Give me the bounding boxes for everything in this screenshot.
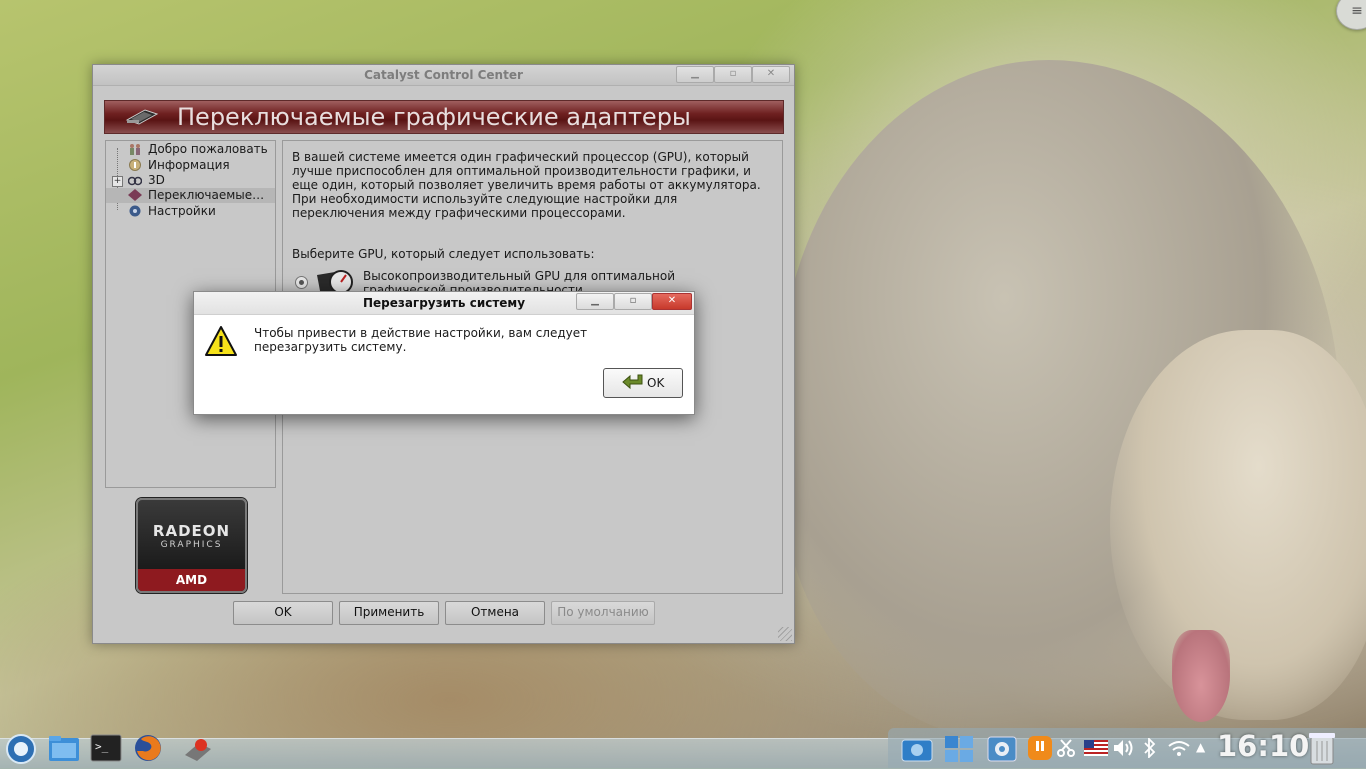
- tree-item-label: Переключаемые…: [148, 188, 265, 202]
- wallpaper-lion: [780, 60, 1340, 740]
- svg-text:>_: >_: [95, 740, 109, 753]
- dialog-titlebar[interactable]: Перезагрузить систему ▁ ▫ ✕: [194, 292, 694, 315]
- cancel-button[interactable]: Отмена: [445, 601, 545, 625]
- restart-dialog: Перезагрузить систему ▁ ▫ ✕ Чтобы привес…: [193, 291, 695, 415]
- graphics-card-icon: [125, 109, 159, 125]
- info-icon: [129, 159, 141, 171]
- firefox-icon[interactable]: [133, 733, 161, 761]
- terminal-icon[interactable]: >_: [90, 734, 122, 762]
- screenshot-icon[interactable]: [901, 735, 933, 762]
- ati-tray-icon[interactable]: [183, 735, 211, 761]
- logo-radeon-text: RADEON: [152, 522, 231, 540]
- desktop-pager-icon[interactable]: [944, 735, 973, 762]
- switchable-graphics-icon: [128, 189, 142, 201]
- description-line: переключения между графическими процессо…: [292, 206, 626, 220]
- tree-item-welcome[interactable]: Добро пожаловать: [128, 142, 268, 157]
- page-banner: Переключаемые графические адаптеры: [104, 100, 784, 134]
- defaults-button[interactable]: По умолчанию: [551, 601, 655, 625]
- window-titlebar[interactable]: Catalyst Control Center ▁ ▫ ✕: [93, 65, 794, 86]
- description-line: При необходимости используйте следующие …: [292, 192, 678, 206]
- expand-tray-icon[interactable]: ▲: [1196, 740, 1210, 754]
- logo-graphics-text: GRAPHICS: [160, 540, 223, 550]
- 3d-icon: [128, 176, 142, 186]
- resize-grip[interactable]: [778, 627, 792, 641]
- radeon-logo: RADEON GRAPHICS AMD: [136, 498, 247, 593]
- tree-item-label: 3D: [148, 173, 165, 187]
- maximize-button[interactable]: ▫: [714, 66, 752, 83]
- wifi-icon[interactable]: [1167, 738, 1191, 758]
- tree-item-label: Информация: [148, 158, 230, 172]
- dialog-maximize-button[interactable]: ▫: [614, 293, 652, 310]
- message-line: перезагрузить систему.: [254, 340, 407, 354]
- clipboard-icon[interactable]: [1056, 738, 1076, 758]
- trash-icon[interactable]: [1308, 731, 1336, 765]
- notifications-icon[interactable]: [1027, 735, 1053, 761]
- tree-item-settings[interactable]: Настройки: [128, 204, 216, 219]
- warning-icon: [205, 326, 237, 356]
- welcome-icon: [130, 144, 140, 155]
- dialog-minimize-button[interactable]: ▁: [576, 293, 614, 310]
- volume-icon[interactable]: [1113, 738, 1135, 758]
- description-line: лучше приспособлен для оптимальной произ…: [292, 164, 751, 178]
- dialog-ok-button[interactable]: OK: [603, 368, 683, 398]
- clock[interactable]: 16:10: [1217, 729, 1309, 763]
- choose-gpu-label: Выберите GPU, который следует использова…: [292, 247, 595, 261]
- ok-button[interactable]: OK: [233, 601, 333, 625]
- tree-item-label: Добро пожаловать: [148, 142, 268, 156]
- description-text: В вашей системе имеется один графический…: [292, 150, 772, 220]
- tree-item-info[interactable]: Информация: [128, 158, 230, 173]
- dialog-ok-label: OK: [647, 376, 665, 390]
- expand-3d-button[interactable]: +: [112, 176, 123, 187]
- keyboard-layout-flag-icon[interactable]: [1084, 740, 1108, 756]
- dialog-close-button[interactable]: ✕: [652, 293, 692, 310]
- close-button[interactable]: ✕: [752, 66, 790, 83]
- apply-button[interactable]: Применить: [339, 601, 439, 625]
- bluetooth-icon[interactable]: [1143, 736, 1157, 760]
- message-line: Чтобы привести в действие настройки, вам…: [254, 326, 588, 340]
- page-title: Переключаемые графические адаптеры: [177, 103, 691, 131]
- high-performance-radio[interactable]: [295, 276, 308, 289]
- wallpaper-tongue: [1172, 630, 1230, 722]
- wallpaper-cub: [1110, 330, 1366, 720]
- tree-item-3d[interactable]: 3D: [128, 173, 165, 188]
- tree-item-switchable-graphics[interactable]: Переключаемые…: [106, 188, 275, 203]
- settings-icon: [129, 205, 141, 217]
- tree-item-label: Настройки: [148, 204, 216, 218]
- description-line: В вашей системе имеется один графический…: [292, 150, 749, 164]
- description-line: еще один, который позволяет увеличить вр…: [292, 178, 761, 192]
- file-manager-icon[interactable]: [48, 733, 79, 761]
- return-arrow-icon: [622, 374, 643, 390]
- desktop-toolbox-button[interactable]: ≡: [1336, 0, 1366, 30]
- option-line: Высокопроизводительный GPU для оптимальн…: [363, 269, 676, 283]
- package-updater-icon[interactable]: [986, 733, 1017, 762]
- dialog-message: Чтобы привести в действие настройки, вам…: [254, 326, 614, 354]
- logo-amd-text: AMD: [138, 569, 245, 591]
- minimize-button[interactable]: ▁: [676, 66, 714, 83]
- app-launcher-icon[interactable]: [5, 733, 36, 764]
